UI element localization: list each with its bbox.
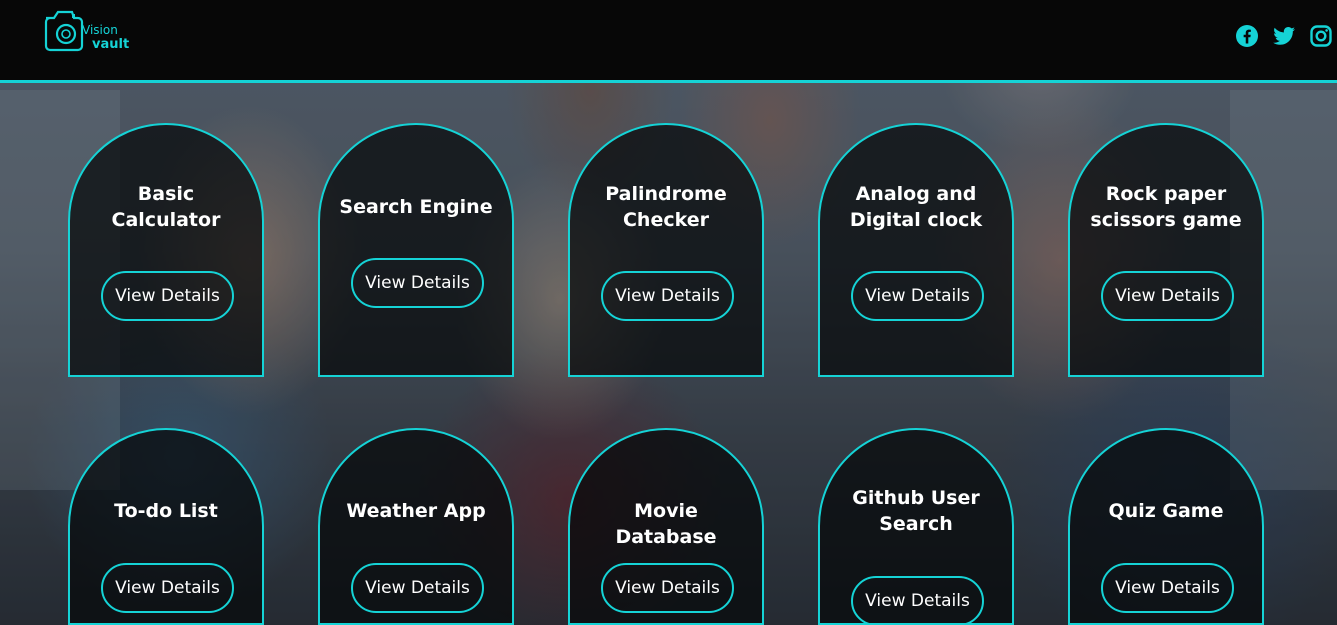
- card-title: To-do List: [114, 500, 218, 522]
- project-card-rock-paper-scissors: Rock paper scissors game View Details: [1068, 123, 1264, 377]
- view-details-button[interactable]: View Details: [601, 563, 734, 613]
- view-details-button[interactable]: View Details: [1101, 563, 1234, 613]
- project-card-search-engine: Search Engine View Details: [318, 123, 514, 377]
- card-title: Quiz Game: [1108, 500, 1224, 522]
- project-card-quiz-game: Quiz Game View Details: [1068, 428, 1264, 625]
- project-card-weather-app: Weather App View Details: [318, 428, 514, 625]
- logo-text-vision: Vision: [82, 23, 118, 37]
- card-title: Search Engine: [339, 196, 493, 218]
- view-details-button[interactable]: View Details: [101, 563, 234, 613]
- facebook-icon[interactable]: [1235, 24, 1259, 48]
- card-title: Movie Database: [615, 500, 717, 548]
- project-card-movie-database: Movie Database View Details: [568, 428, 764, 625]
- card-title: Basic Calculator: [111, 183, 221, 231]
- card-title: Weather App: [346, 500, 486, 522]
- view-details-button[interactable]: View Details: [351, 563, 484, 613]
- card-title: Rock paper scissors game: [1090, 183, 1242, 231]
- project-card-github-user-search: Github User Search View Details: [818, 428, 1014, 625]
- project-card-palindrome-checker: Palindrome Checker View Details: [568, 123, 764, 377]
- logo[interactable]: Vision vault: [42, 6, 137, 56]
- view-details-button[interactable]: View Details: [1101, 271, 1234, 321]
- logo-text-vault: vault: [92, 37, 130, 52]
- card-title: Palindrome Checker: [605, 183, 727, 231]
- top-navbar: Vision vault: [0, 0, 1337, 83]
- view-details-button[interactable]: View Details: [601, 271, 734, 321]
- view-details-button[interactable]: View Details: [851, 576, 984, 625]
- project-card-basic-calculator: Basic Calculator View Details: [68, 123, 264, 377]
- instagram-icon[interactable]: [1309, 24, 1333, 48]
- camera-icon: [44, 10, 84, 52]
- view-details-button[interactable]: View Details: [101, 271, 234, 321]
- project-card-analog-digital-clock: Analog and Digital clock View Details: [818, 123, 1014, 377]
- twitter-icon[interactable]: [1272, 24, 1296, 48]
- card-title: Github User Search: [852, 487, 980, 535]
- view-details-button[interactable]: View Details: [851, 271, 984, 321]
- view-details-button[interactable]: View Details: [351, 258, 484, 308]
- project-card-todo-list: To-do List View Details: [68, 428, 264, 625]
- card-title: Analog and Digital clock: [849, 183, 983, 231]
